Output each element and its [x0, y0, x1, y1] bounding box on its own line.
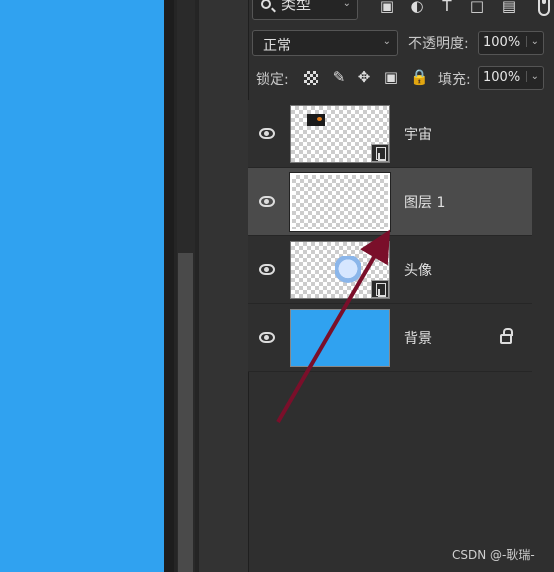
layer-thumbnail[interactable]: [290, 105, 390, 163]
prevent-auto-nesting-icon[interactable]: ▣: [382, 68, 400, 86]
chevron-down-icon[interactable]: ⌄: [525, 71, 539, 82]
panel-gutter: [198, 0, 248, 572]
layer-list: 宇宙 图层 1 头像 背景: [248, 100, 532, 372]
visibility-eye-icon[interactable]: [259, 128, 275, 139]
type-layer-filter-icon[interactable]: T: [438, 0, 456, 15]
document-canvas[interactable]: [0, 0, 164, 572]
shape-layer-filter-icon[interactable]: □: [468, 0, 486, 15]
layer-filter-row: 类型 ⌄ ▣ ◐ T □ ▤: [252, 0, 554, 20]
chevron-down-icon[interactable]: ⌄: [525, 36, 539, 47]
layer-name[interactable]: 宇宙: [404, 124, 432, 144]
layer-row-avatar[interactable]: 头像: [248, 236, 532, 304]
visibility-eye-icon[interactable]: [259, 196, 275, 207]
fill-value: 100%: [483, 70, 521, 85]
watermark-text: CSDN @-耿瑞-: [452, 548, 535, 562]
smart-object-badge-icon: [371, 144, 389, 162]
blend-mode-value: 正常: [263, 38, 291, 54]
adjustment-layer-filter-icon[interactable]: ◐: [408, 0, 426, 15]
layer-thumbnail[interactable]: [290, 309, 390, 367]
smart-object-badge-icon: [371, 280, 389, 298]
blend-mode-select[interactable]: 正常 ⌄: [252, 30, 398, 56]
smart-object-filter-icon[interactable]: ▤: [500, 0, 518, 15]
search-icon: [261, 0, 271, 9]
visibility-eye-icon[interactable]: [259, 264, 275, 275]
fill-input[interactable]: 100% ⌄: [478, 66, 544, 90]
canvas-edge: [164, 0, 174, 572]
layer-name[interactable]: 头像: [404, 260, 432, 280]
space-image-preview: [307, 114, 325, 126]
lock-row: 锁定: ✎ ✥ ▣ 🔒 填充: 100% ⌄: [252, 66, 554, 92]
lock-icon[interactable]: [500, 328, 513, 344]
lock-position-icon[interactable]: ✥: [355, 68, 373, 86]
layer-thumbnail[interactable]: [290, 241, 390, 299]
visibility-eye-icon[interactable]: [259, 332, 275, 343]
filter-toggle-switch[interactable]: [538, 0, 550, 16]
chevron-down-icon: ⌄: [382, 36, 391, 47]
layer-row-layer-1[interactable]: 图层 1: [248, 168, 532, 236]
filter-kind-label: 类型: [281, 0, 312, 13]
layer-name[interactable]: 图层 1: [404, 192, 445, 212]
pixel-layer-filter-icon[interactable]: ▣: [378, 0, 396, 15]
layer-thumbnail[interactable]: [289, 172, 391, 232]
vertical-scrollbar-thumb[interactable]: [178, 253, 193, 572]
avatar-image-preview: [335, 256, 361, 288]
lock-all-icon[interactable]: 🔒: [410, 68, 429, 86]
lock-image-pixels-icon[interactable]: ✎: [330, 68, 348, 86]
opacity-input[interactable]: 100% ⌄: [478, 31, 544, 55]
layer-row-universe[interactable]: 宇宙: [248, 100, 532, 168]
opacity-value: 100%: [483, 35, 521, 50]
lock-label: 锁定:: [256, 72, 289, 88]
fill-label: 填充:: [438, 72, 471, 88]
layer-row-background[interactable]: 背景: [248, 304, 532, 372]
chevron-down-icon: ⌄: [342, 0, 351, 9]
opacity-label: 不透明度:: [408, 36, 469, 52]
layer-name[interactable]: 背景: [404, 328, 432, 348]
blend-row: 正常 ⌄ 不透明度: 100% ⌄: [252, 30, 554, 56]
lock-transparent-pixels-icon[interactable]: [304, 71, 318, 85]
layer-kind-filter-select[interactable]: 类型 ⌄: [252, 0, 358, 20]
